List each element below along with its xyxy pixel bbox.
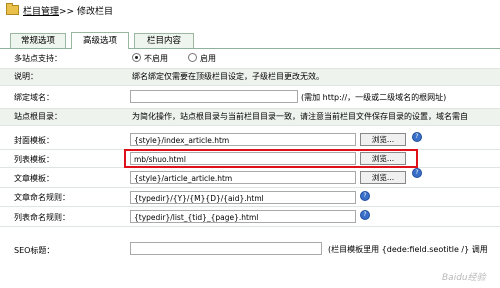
info-label: 说明：	[14, 72, 38, 81]
site-root-label: 站点根目录：	[14, 112, 62, 121]
article-template-browse-button[interactable]: 浏览...	[360, 171, 406, 184]
row-multisite: 多站点支持： 不启用 启用	[0, 50, 500, 69]
cover-template-label: 封面模板：	[14, 136, 54, 145]
domain-input[interactable]	[130, 90, 298, 103]
list-naming-input[interactable]: {typedir}/list_{tid}_{page}.html	[130, 210, 356, 223]
help-icon[interactable]: ?	[412, 132, 422, 142]
row-article-template: 文章模板： {style}/article_article.htm 浏览... …	[0, 168, 500, 188]
list-template-label: 列表模板：	[14, 155, 54, 164]
folder-icon	[6, 3, 19, 15]
list-naming-label: 列表命名规则：	[14, 213, 70, 222]
multisite-option-yes-label: 启用	[200, 54, 216, 63]
domain-label: 绑定域名：	[14, 93, 54, 102]
help-icon[interactable]: ?	[412, 168, 422, 178]
article-naming-label: 文章命名规则：	[14, 193, 70, 202]
row-site-root: 站点根目录： 为简化操作，站点根目录与当前栏目目录一致，请注意当前栏目文件保存目…	[0, 109, 500, 126]
help-icon[interactable]: ?	[360, 191, 370, 201]
breadcrumb-current: 修改栏目	[76, 7, 113, 17]
tab-general[interactable]: 常规选项	[10, 33, 66, 48]
cover-template-browse-button[interactable]: 浏览...	[360, 133, 406, 146]
article-naming-input[interactable]: {typedir}/{Y}/{M}{D}/{aid}.html	[130, 191, 356, 204]
watermark: Baidu经验	[442, 273, 486, 283]
tab-advanced[interactable]: 高级选项	[71, 32, 129, 49]
domain-note: (需加 http://，一级或二级域名的根网址)	[301, 93, 447, 102]
multisite-option-no-label: 不启用	[144, 54, 168, 63]
breadcrumb-separator: >>	[59, 7, 75, 17]
info-text: 绑名绑定仅需要在顶级栏目设定，子级栏目更改无效。	[132, 72, 324, 81]
row-cover-template: 封面模板： {style}/index_article.htm 浏览... ?	[0, 131, 500, 150]
tab-bar: 常规选项 高级选项 栏目内容	[0, 31, 500, 49]
multisite-radio-yes[interactable]: 启用	[188, 50, 216, 68]
article-template-input[interactable]: {style}/article_article.htm	[130, 171, 356, 184]
row-list-naming: 列表命名规则： {typedir}/list_{tid}_{page}.html…	[0, 207, 500, 227]
seo-title-input[interactable]	[130, 242, 322, 255]
row-article-naming: 文章命名规则： {typedir}/{Y}/{M}{D}/{aid}.html …	[0, 188, 500, 207]
highlight-box	[124, 149, 418, 168]
row-seo-title: SEO标题： (栏目模板里用 {dede:field.seotitle /} 调…	[0, 227, 500, 267]
breadcrumb-parent-link[interactable]: 栏目管理	[23, 7, 59, 17]
radio-selected-icon	[132, 53, 141, 62]
breadcrumb: 栏目管理>> 修改栏目	[6, 3, 113, 19]
multisite-radio-no[interactable]: 不启用	[132, 50, 168, 68]
cover-template-input[interactable]: {style}/index_article.htm	[130, 133, 356, 146]
row-info: 说明： 绑名绑定仅需要在顶级栏目设定，子级栏目更改无效。	[0, 69, 500, 86]
seo-title-note: (栏目模板里用 {dede:field.seotitle /} 调用	[328, 245, 488, 254]
article-template-label: 文章模板：	[14, 174, 54, 183]
row-domain: 绑定域名： (需加 http://，一级或二级域名的根网址)	[0, 86, 500, 109]
tab-content[interactable]: 栏目内容	[134, 33, 194, 48]
help-icon[interactable]: ?	[360, 210, 370, 220]
seo-title-label: SEO标题：	[14, 246, 55, 255]
multisite-label: 多站点支持：	[14, 54, 62, 63]
radio-empty-icon	[188, 53, 197, 62]
site-root-note: 为简化操作，站点根目录与当前栏目目录一致，请注意当前栏目文件保存目录的设置，域名…	[132, 112, 468, 121]
